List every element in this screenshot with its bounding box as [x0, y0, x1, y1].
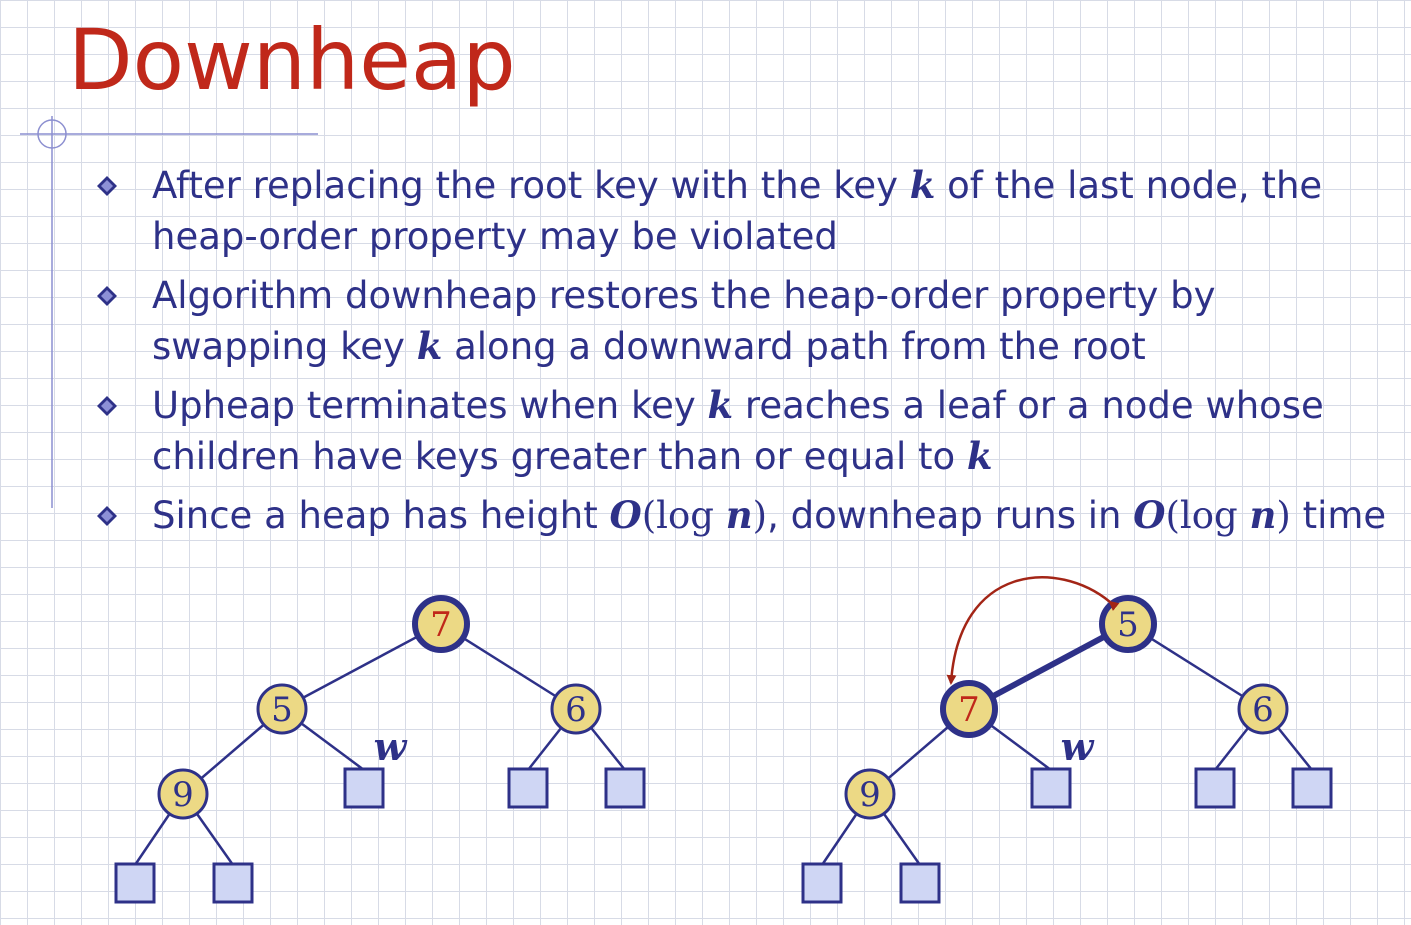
- leaf-node: [899, 862, 941, 904]
- w-label: w: [374, 724, 408, 769]
- leaf-node: [1291, 767, 1333, 809]
- node-key: 5: [271, 690, 293, 730]
- leaf-node: [212, 862, 254, 904]
- node-key: 6: [1252, 690, 1274, 730]
- heap-tree: 5 7 6 9 w: [801, 576, 1333, 904]
- leaf-node: [343, 767, 385, 809]
- heap-diagrams: 7 5 6 9 w 5 7 6 9 w: [114, 576, 1333, 904]
- w-label: w: [1061, 724, 1095, 769]
- leaf-node: [507, 767, 549, 809]
- node-key: 9: [172, 775, 194, 815]
- node-key: 5: [1117, 605, 1139, 645]
- heap-tree: 7 5 6 9 w: [114, 595, 646, 904]
- leaf-node: [1030, 767, 1072, 809]
- node-key: 7: [958, 690, 980, 730]
- leaf-node: [801, 862, 843, 904]
- leaf-node: [114, 862, 156, 904]
- leaf-node: [1194, 767, 1236, 809]
- swap-arrow: [946, 576, 1120, 685]
- node-key: 9: [859, 775, 881, 815]
- leaf-node: [604, 767, 646, 809]
- node-key: 7: [430, 605, 452, 645]
- node-key: 6: [565, 690, 587, 730]
